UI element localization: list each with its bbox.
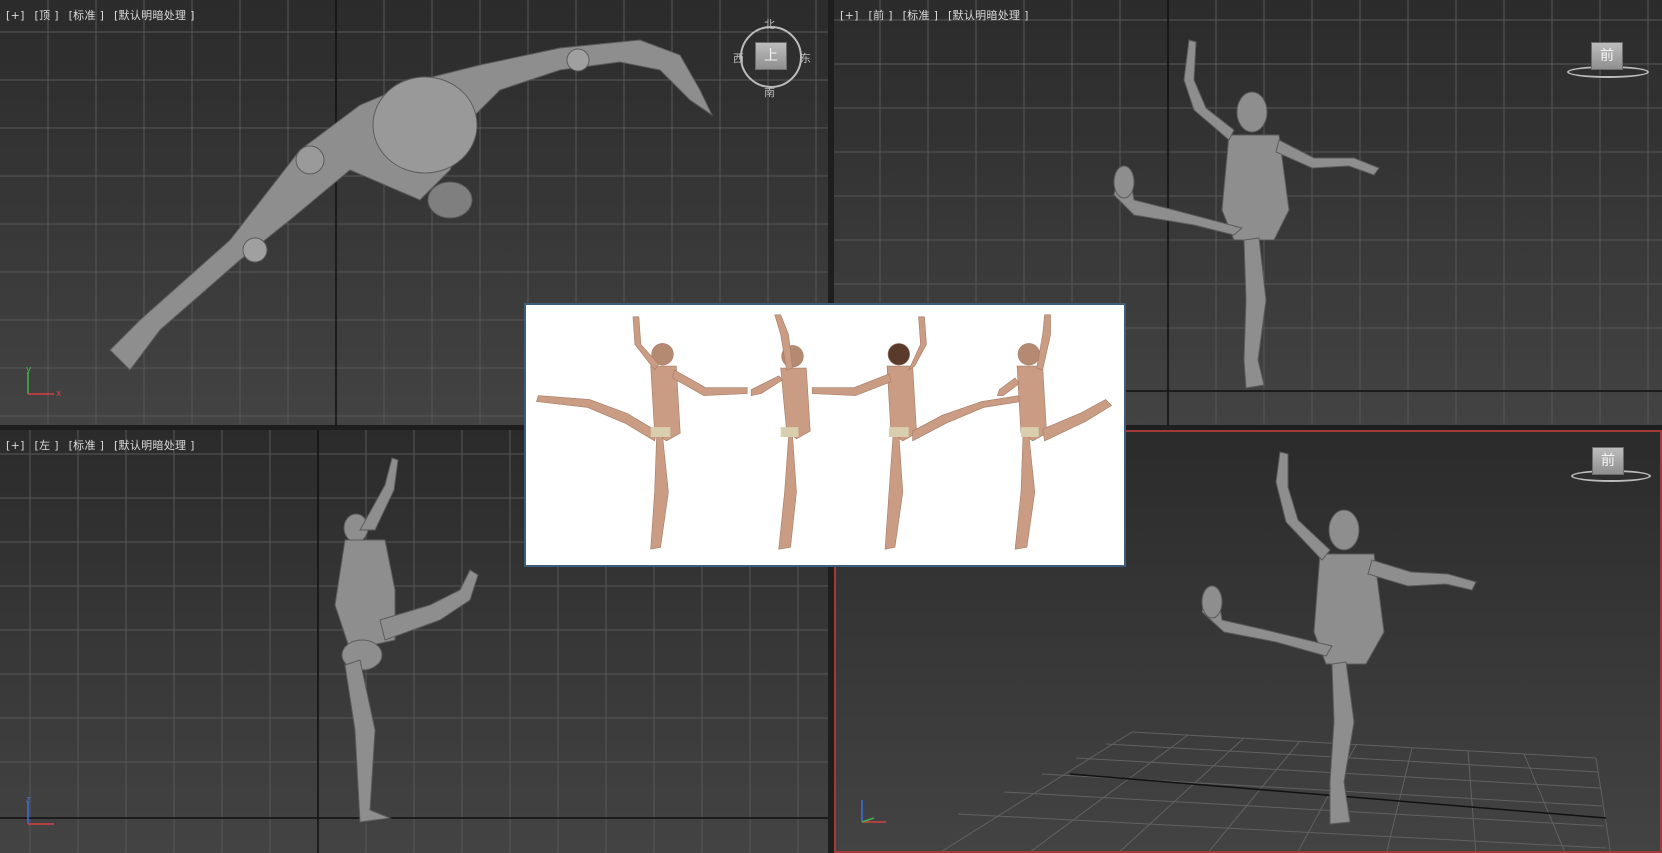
axis-y-label: y: [26, 365, 32, 375]
shading-button[interactable]: [默认明暗处理 ]: [948, 9, 1029, 22]
reference-photo-panel: [524, 303, 1126, 567]
viewcube-perspective[interactable]: 前: [1592, 447, 1624, 475]
compass-south: 南: [764, 86, 775, 99]
compass-east: 东: [800, 52, 811, 65]
view-name-button[interactable]: [顶 ]: [35, 9, 59, 22]
render-mode-button[interactable]: [标准 ]: [69, 439, 105, 452]
axis-x-label: x: [56, 389, 62, 399]
viewport-menu-button[interactable]: [+]: [6, 439, 25, 452]
shading-button[interactable]: [默认明暗处理 ]: [114, 439, 195, 452]
viewcube-front[interactable]: 前: [1591, 42, 1623, 70]
render-mode-button[interactable]: [标准 ]: [903, 9, 939, 22]
compass-west: 西: [733, 52, 744, 65]
axis-z-label: z: [26, 795, 31, 805]
viewport-label[interactable]: [+] [左 ] [标准 ] [默认明暗处理 ]: [6, 437, 201, 453]
view-name-button[interactable]: [前 ]: [869, 9, 893, 22]
axis-gizmo-icon: [861, 800, 886, 823]
reference-dancer-icon: [528, 305, 1122, 565]
viewcube-top[interactable]: 上: [755, 42, 787, 70]
compass-north: 北: [764, 18, 775, 31]
viewport-menu-button[interactable]: [+]: [840, 9, 859, 22]
viewport-label[interactable]: [+] [顶 ] [标准 ] [默认明暗处理 ]: [6, 7, 201, 23]
viewport-label[interactable]: [+] [前 ] [标准 ] [默认明暗处理 ]: [840, 7, 1035, 23]
viewport-menu-button[interactable]: [+]: [6, 9, 25, 22]
view-name-button[interactable]: [左 ]: [35, 439, 59, 452]
render-mode-button[interactable]: [标准 ]: [69, 9, 105, 22]
shading-button[interactable]: [默认明暗处理 ]: [114, 9, 195, 22]
